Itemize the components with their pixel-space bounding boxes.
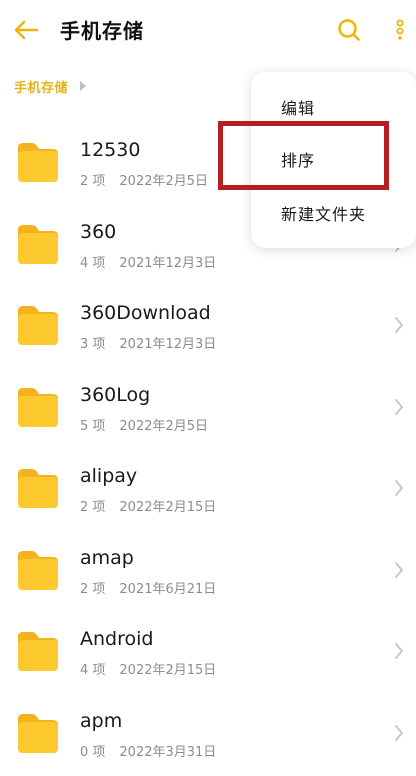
chevron-right-icon [392,478,406,498]
file-manager-screen: 手机存储 手机存储 12530 2 项2022年2月5日 360 4 项 202… [0,0,416,776]
back-button[interactable] [10,14,42,46]
file-meta: 0 项 2022年3月31日 [80,741,216,760]
breadcrumb-separator-icon [80,81,87,91]
file-name: 12530 [80,139,141,161]
page-title: 手机存储 [60,19,144,43]
modified-date: 2022年2月15日 [119,663,217,678]
item-count: 4 项 [80,255,106,271]
file-name: Android [80,628,154,650]
file-name: alipay [80,465,138,487]
file-meta: 2 项 2022年2月15日 [80,496,216,515]
file-meta: 5 项 2022年2月5日 [80,415,208,434]
list-item[interactable]: apm 0 项 2022年3月31日 [0,693,416,775]
more-vertical-icon [396,19,404,40]
file-name: 360Download [80,302,211,324]
file-meta: 4 项 2022年2月15日 [80,659,216,678]
menu-item-new-folder[interactable]: 新建文件夹 [251,188,416,238]
list-item[interactable]: alipay 2 项 2022年2月15日 [0,448,416,530]
search-button[interactable] [333,14,365,46]
folder-icon [18,713,58,753]
folder-icon [18,306,58,345]
modified-date: 2021年6月21日 [119,581,217,597]
breadcrumb: 手机存储 [14,76,87,96]
file-meta: 2 项 2022年2月5日 [80,170,208,189]
search-icon [338,19,360,41]
top-app-bar: 手机存储 [0,0,416,60]
modified-date: 2021年12月3日 [119,337,217,352]
item-count: 4 项 [80,663,106,678]
more-options-button[interactable] [386,14,414,46]
arrow-left-icon [14,20,39,40]
folder-icon [18,143,58,182]
file-name: amap [80,546,134,569]
file-meta: 2 项 2021年6月21日 [80,578,216,597]
file-meta: 3 项 2021年12月3日 [80,333,216,352]
list-item[interactable]: Android 4 项 2022年2月15日 [0,611,416,693]
chevron-right-icon [392,723,406,743]
folder-icon [18,224,58,264]
file-name: 360 [80,220,117,243]
chevron-right-icon [392,560,406,580]
modified-date: 2022年2月15日 [119,500,217,515]
folder-icon [18,387,58,427]
item-count: 5 项 [80,418,106,434]
item-count: 2 项 [80,581,106,597]
chevron-right-icon [392,315,406,335]
item-count: 3 项 [80,337,106,352]
modified-date: 2022年3月31日 [119,744,217,760]
list-item[interactable]: 360Log 5 项 2022年2月5日 [0,367,416,449]
modified-date: 2022年2月5日 [119,174,209,189]
file-name: 360Log [80,383,151,406]
list-item[interactable]: amap 2 项 2021年6月21日 [0,530,416,612]
modified-date: 2022年2月5日 [119,418,209,434]
breadcrumb-item-phone-storage[interactable]: 手机存储 [14,77,68,96]
item-count: 2 项 [80,174,106,189]
chevron-right-icon [392,641,406,661]
folder-icon [18,550,58,590]
file-meta: 4 项 2021年12月3日 [80,252,216,271]
modified-date: 2021年12月3日 [119,255,217,271]
file-name: apm [80,709,123,732]
item-count: 0 项 [80,744,106,760]
folder-icon [18,632,58,671]
folder-icon [18,469,58,508]
list-item[interactable]: 360Download 3 项 2021年12月3日 [0,285,416,367]
highlight-box [218,121,389,190]
item-count: 2 项 [80,500,106,515]
chevron-right-icon [392,397,406,417]
